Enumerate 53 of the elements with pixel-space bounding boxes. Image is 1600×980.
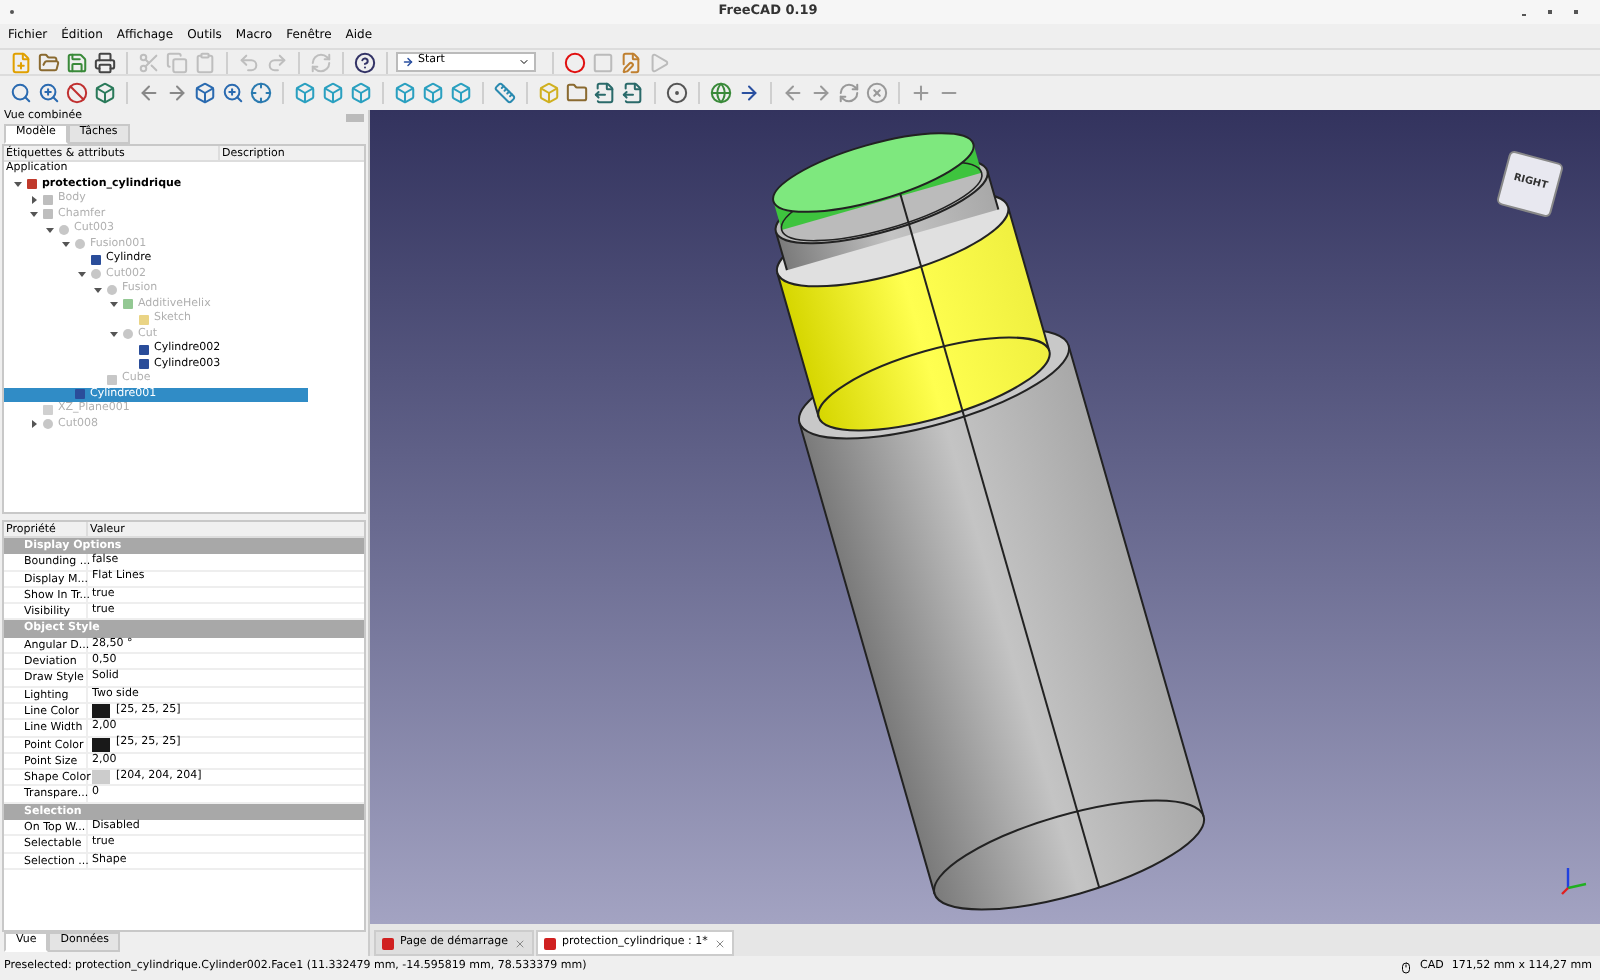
expanded-arrow-icon[interactable] <box>45 225 53 234</box>
save-icon[interactable] <box>64 49 90 75</box>
rear-view-icon[interactable] <box>392 80 418 106</box>
expanded-arrow-icon[interactable] <box>93 285 101 294</box>
record-icon[interactable] <box>562 49 588 75</box>
expanded-arrow-icon[interactable] <box>109 300 117 309</box>
fit-all-icon[interactable] <box>8 80 34 106</box>
std-views-icon[interactable] <box>192 80 218 106</box>
back-icon[interactable] <box>136 80 162 106</box>
freecad-logo-icon <box>382 937 394 949</box>
expanded-arrow-icon[interactable] <box>13 180 21 189</box>
cylinder-icon <box>74 388 86 401</box>
link-actions-icon[interactable] <box>620 80 646 106</box>
workbench-arrow-icon <box>402 56 414 68</box>
zoom-icon[interactable] <box>36 80 62 106</box>
freecad-logo-icon <box>543 937 556 949</box>
stop-icon[interactable] <box>864 80 890 106</box>
reload-icon[interactable] <box>836 80 862 106</box>
zoom-plus-icon[interactable] <box>908 80 934 106</box>
close-icon[interactable] <box>713 937 726 949</box>
help-icon[interactable] <box>352 49 378 75</box>
draw-style-icon[interactable] <box>64 80 90 106</box>
left-view-icon[interactable] <box>448 80 474 106</box>
color-swatch[interactable] <box>92 704 110 719</box>
document-icon <box>26 178 38 191</box>
previous-icon[interactable] <box>780 80 806 106</box>
expanded-arrow-icon[interactable] <box>77 270 85 279</box>
link-icon[interactable] <box>592 80 618 106</box>
sketch-icon <box>138 313 150 326</box>
print-icon[interactable] <box>92 49 118 75</box>
next-icon[interactable] <box>808 80 834 106</box>
zoom-in-icon[interactable] <box>220 80 246 106</box>
axis-cross-icon <box>1556 864 1588 896</box>
mouse-icon <box>1399 962 1412 974</box>
expanded-arrow-icon[interactable] <box>29 210 37 219</box>
expanded-arrow-icon[interactable] <box>109 330 117 339</box>
color-swatch[interactable] <box>92 770 110 785</box>
collapsed-arrow-icon[interactable] <box>29 195 37 204</box>
group-icon[interactable] <box>564 80 590 106</box>
web-icon[interactable] <box>708 80 734 106</box>
bottom-view-icon[interactable] <box>420 80 446 106</box>
bounding-box-icon[interactable] <box>92 80 118 106</box>
go-icon[interactable] <box>736 80 762 106</box>
front-view-icon[interactable] <box>292 80 318 106</box>
caret-icon <box>518 56 530 68</box>
helix-icon <box>122 298 134 311</box>
forward-icon[interactable] <box>164 80 190 106</box>
macro-edit-icon[interactable] <box>618 49 644 75</box>
cylinder-icon <box>90 253 102 266</box>
collapsed-arrow-icon[interactable] <box>29 420 37 429</box>
expanded-arrow-icon[interactable] <box>61 240 69 249</box>
ruler-icon[interactable] <box>492 80 518 106</box>
folder-icon[interactable] <box>36 49 62 75</box>
